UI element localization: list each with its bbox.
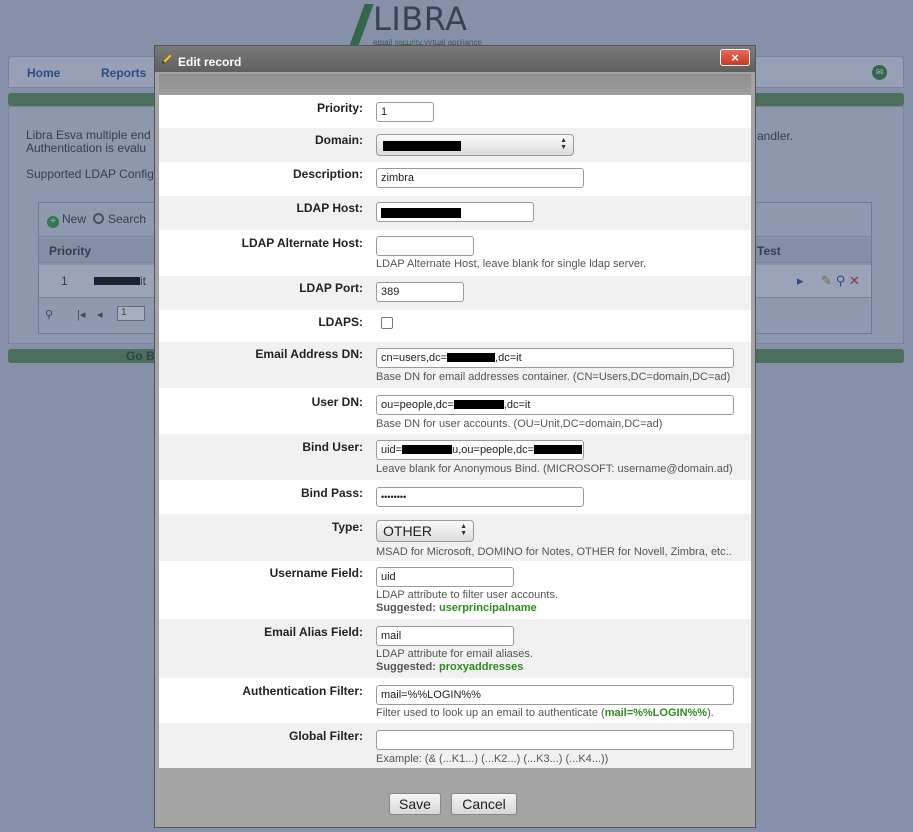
bind-pass-input[interactable]: ••••••••: [376, 487, 584, 507]
ldap-host-label: LDAP Host:: [296, 201, 363, 215]
bind-user-input[interactable]: uid= u,ou=people,dc=: [376, 440, 584, 460]
type-select[interactable]: OTHER ▲ ▼: [376, 520, 474, 542]
form-top-strip: [159, 74, 751, 95]
user-dn-hint: Base DN for user accounts. (OU=Unit,DC=d…: [376, 418, 663, 430]
dialog-form: Priority: 1 Domain: ▲ ▼ Description: zimb…: [159, 74, 751, 768]
row-ldap-host: LDAP Host:: [159, 196, 751, 230]
redacted-uid: [402, 445, 453, 454]
row-email-dn: Email Address DN: cn=users,dc= ,dc=it Bas…: [159, 342, 751, 388]
save-button[interactable]: Save: [389, 793, 441, 815]
close-button[interactable]: ×: [720, 49, 750, 66]
global-filter-label: Global Filter:: [288, 729, 363, 743]
description-label: Description:: [292, 167, 363, 181]
edit-record-dialog: Edit record × Priority: 1 Domain: ▲ ▼ Des…: [154, 45, 756, 828]
redacted-dc: [534, 445, 583, 454]
row-priority: Priority: 1: [159, 95, 751, 128]
select-arrows-icon: ▲ ▼: [560, 137, 567, 151]
username-suggested: Suggested: userprincipalname: [376, 602, 537, 614]
bind-user-hint: Leave blank for Anonymous Bind. (MICROSO…: [376, 463, 733, 475]
email-alias-field-label: Email Alias Field:: [264, 625, 363, 639]
email-alias-field-input[interactable]: mail: [376, 626, 514, 646]
row-domain: Domain: ▲ ▼: [159, 128, 751, 162]
email-alias-field-hint: LDAP attribute for email aliases.: [376, 648, 533, 660]
row-ldap-port: LDAP Port: 389: [159, 276, 751, 310]
auth-filter-label: Authentication Filter:: [242, 684, 363, 698]
auth-filter-hint: Filter used to look up an email to authe…: [376, 707, 714, 719]
row-global-filter: Global Filter: Example: (& (...K1...) (.…: [159, 723, 751, 768]
domain-select[interactable]: ▲ ▼: [376, 134, 574, 156]
select-arrows-icon: ▲ ▼: [460, 523, 467, 537]
user-dn-label: User DN:: [311, 395, 363, 409]
priority-label: Priority:: [316, 101, 363, 115]
email-dn-hint: Base DN for email addresses container. (…: [376, 371, 731, 383]
user-dn-input[interactable]: ou=people,dc= ,dc=it: [376, 395, 734, 415]
row-ldaps: LDAPS:: [159, 310, 751, 342]
dialog-titlebar[interactable]: Edit record ×: [155, 46, 755, 72]
ldap-alt-host-label: LDAP Alternate Host:: [241, 236, 363, 250]
priority-input[interactable]: 1: [376, 102, 434, 122]
redacted-dc: [447, 353, 496, 362]
row-bind-pass: Bind Pass: ••••••••: [159, 480, 751, 514]
row-bind-user: Bind User: uid= u,ou=people,dc= Leave bla…: [159, 434, 751, 480]
domain-label: Domain:: [315, 133, 363, 147]
email-dn-input[interactable]: cn=users,dc= ,dc=it: [376, 348, 734, 368]
ldap-port-label: LDAP Port:: [299, 281, 363, 295]
row-user-dn: User DN: ou=people,dc= ,dc=it Base DN for…: [159, 388, 751, 434]
row-ldap-alt-host: LDAP Alternate Host: LDAP Alternate Host…: [159, 230, 751, 276]
redacted-host: [381, 208, 461, 218]
ldap-alt-host-hint: LDAP Alternate Host, leave blank for sin…: [376, 258, 647, 270]
type-label: Type:: [331, 520, 363, 534]
type-hint: MSAD for Microsoft, DOMINO for Notes, OT…: [376, 546, 732, 558]
row-description: Description: zimbra: [159, 162, 751, 196]
username-field-input[interactable]: uid: [376, 567, 514, 587]
dialog-footer: Save Cancel: [159, 768, 751, 827]
global-filter-input[interactable]: [376, 730, 734, 750]
bind-pass-label: Bind Pass:: [300, 486, 363, 500]
row-email-alias-field: Email Alias Field: mail LDAP attribute f…: [159, 619, 751, 678]
cancel-button[interactable]: Cancel: [451, 793, 517, 815]
ldap-host-input[interactable]: [376, 202, 534, 222]
description-input[interactable]: zimbra: [376, 168, 584, 188]
username-field-label: Username Field:: [269, 566, 363, 580]
auth-filter-input[interactable]: mail=%%LOGIN%%: [376, 685, 734, 705]
row-auth-filter: Authentication Filter: mail=%%LOGIN%% Fi…: [159, 678, 751, 723]
ldaps-checkbox[interactable]: [381, 317, 393, 329]
global-filter-hint: Example: (& (...K1...) (...K2...) (...K3…: [376, 753, 609, 765]
ldaps-label: LDAPS:: [318, 315, 363, 329]
pencil-icon: [162, 53, 173, 64]
ldap-port-input[interactable]: 389: [376, 282, 464, 302]
dialog-title: Edit record: [178, 55, 242, 69]
email-alias-suggested: Suggested: proxyaddresses: [376, 661, 524, 673]
bind-user-label: Bind User:: [302, 440, 363, 454]
row-username-field: Username Field: uid LDAP attribute to fi…: [159, 561, 751, 619]
username-field-hint: LDAP attribute to filter user accounts.: [376, 589, 558, 601]
row-type: Type: OTHER ▲ ▼ MSAD for Microsoft, DOMIN…: [159, 514, 751, 561]
redacted-domain: [383, 141, 461, 151]
redacted-dc: [453, 400, 504, 409]
email-dn-label: Email Address DN:: [255, 347, 363, 361]
ldap-alt-host-input[interactable]: [376, 236, 474, 256]
